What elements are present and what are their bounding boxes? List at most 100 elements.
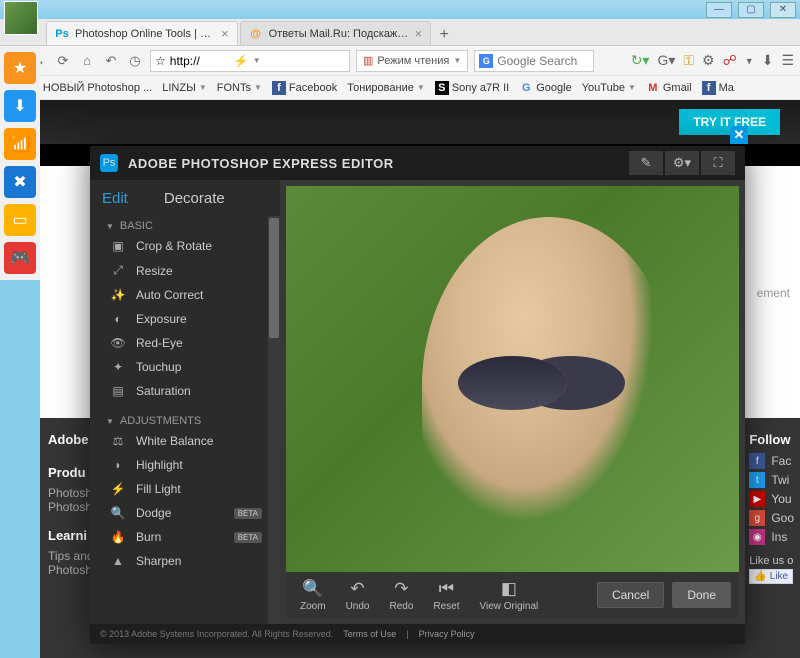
- launcher-downloads[interactable]: ⬇: [4, 90, 36, 122]
- tool-exposure[interactable]: ◐Exposure: [90, 307, 280, 331]
- dropdown-icon: ▼: [628, 83, 636, 92]
- bookmark-toning[interactable]: Тонирование▼: [347, 82, 425, 94]
- url-input[interactable]: [170, 54, 230, 68]
- tool-resize[interactable]: ⤢Resize: [90, 258, 280, 283]
- tool-auto-correct[interactable]: ✨Auto Correct: [90, 283, 280, 307]
- url-box[interactable]: ☆ ⚡ ▼: [150, 50, 350, 72]
- sync-icon[interactable]: ↻▾: [631, 52, 650, 69]
- window-maximize-button[interactable]: ▢: [738, 2, 764, 18]
- cancel-button[interactable]: Cancel: [597, 582, 664, 608]
- tab-decorate[interactable]: Decorate: [164, 190, 225, 207]
- bookmark-label: Gmail: [663, 82, 692, 94]
- dropdown-icon: ▼: [199, 83, 207, 92]
- window-minimize-button[interactable]: —: [706, 2, 732, 18]
- tool-touchup[interactable]: ✦Touchup: [90, 355, 280, 379]
- window-close-button[interactable]: ✕: [770, 2, 796, 18]
- home-button[interactable]: ⌂: [78, 52, 96, 70]
- tool-white-balance[interactable]: ⚖White Balance: [90, 429, 280, 453]
- google-menu-icon[interactable]: G▾: [657, 52, 675, 69]
- undo-tool[interactable]: ↶Undo: [340, 579, 376, 612]
- sidebar-scrollbar[interactable]: [268, 216, 280, 624]
- zoom-tool[interactable]: 🔍Zoom: [294, 579, 332, 612]
- tool-sharpen[interactable]: ▲Sharpen: [90, 549, 280, 573]
- footer-link[interactable]: Photosh: [48, 486, 94, 500]
- editor-close-button[interactable]: ✕: [730, 126, 748, 144]
- social-google[interactable]: gGoo: [749, 510, 794, 526]
- tab-edit[interactable]: Edit: [102, 190, 128, 207]
- bookmark-label: LINZЫ: [162, 82, 196, 94]
- dropdown-icon[interactable]: ▼: [253, 56, 261, 65]
- tool-crop-rotate[interactable]: ▣Crop & Rotate: [90, 234, 280, 258]
- redo-tool[interactable]: ↷Redo: [383, 579, 419, 612]
- dropdown-icon[interactable]: ▼: [453, 56, 461, 65]
- social-instagram[interactable]: ◉Ins: [749, 529, 794, 545]
- dropdown-icon[interactable]: ▼: [745, 56, 754, 66]
- footer-link[interactable]: Photosh: [48, 563, 94, 577]
- bookmark-facebook[interactable]: fFacebook: [272, 81, 337, 95]
- robot-icon[interactable]: ☍: [723, 52, 737, 69]
- new-tab-button[interactable]: +: [433, 25, 455, 45]
- download-icon[interactable]: ⬇: [762, 52, 774, 69]
- tool-highlight[interactable]: ◗Highlight: [90, 453, 280, 477]
- bug-icon[interactable]: ⚙: [702, 52, 715, 69]
- browser-tabs: Ps Photoshop Online Tools | Phot... × @ …: [0, 19, 800, 46]
- social-youtube[interactable]: ▶You: [749, 491, 794, 507]
- tool-label: Redo: [389, 601, 413, 612]
- undo-nav-button[interactable]: ↶: [102, 52, 120, 70]
- bookmark-youtube[interactable]: YouTube▼: [582, 82, 636, 94]
- tab-mailru[interactable]: @ Ответы Mail.Ru: Подскажите он... ×: [240, 21, 432, 45]
- reader-mode-button[interactable]: ▥ Режим чтения ▼: [356, 50, 468, 72]
- footer-link[interactable]: Photosh: [48, 500, 94, 514]
- tool-saturation[interactable]: ▤Saturation: [90, 379, 280, 403]
- photo-canvas[interactable]: [286, 186, 739, 572]
- social-twitter[interactable]: tTwi: [749, 472, 794, 488]
- tab-photoshop[interactable]: Ps Photoshop Online Tools | Phot... ×: [46, 21, 238, 45]
- launcher-favorites[interactable]: ★: [4, 52, 36, 84]
- launcher-tools[interactable]: ✖: [4, 166, 36, 198]
- sharpen-icon: ▲: [110, 554, 126, 568]
- tab-close-icon[interactable]: ×: [221, 26, 229, 41]
- social-facebook[interactable]: fFac: [749, 453, 794, 469]
- bookmark-sony[interactable]: SSony a7R II: [435, 81, 509, 95]
- stop-button[interactable]: ◷: [126, 52, 144, 70]
- ps-logo-icon: Ps: [100, 154, 118, 172]
- fullscreen-icon[interactable]: ⛶: [701, 151, 735, 175]
- tab-close-icon[interactable]: ×: [415, 26, 423, 41]
- launcher-games[interactable]: 🎮: [4, 242, 36, 274]
- key-icon[interactable]: ⚿: [683, 52, 694, 69]
- tab-label: Photoshop Online Tools | Phot...: [75, 28, 215, 40]
- bookmark-gmail[interactable]: MGmail: [646, 81, 692, 95]
- section-adjustments[interactable]: ▼ADJUSTMENTS: [90, 411, 280, 429]
- bookmark-ma[interactable]: fMa: [702, 81, 734, 95]
- done-button[interactable]: Done: [672, 582, 731, 608]
- sidebar-scroll[interactable]: ▼BASIC ▣Crop & Rotate ⤢Resize ✨Auto Corr…: [90, 216, 280, 624]
- terms-link[interactable]: Terms of Use: [343, 629, 396, 639]
- eye-icon: 👁: [110, 336, 126, 350]
- star-icon[interactable]: ☆: [155, 54, 166, 68]
- bookmark-fonts[interactable]: FONTs▼: [217, 82, 262, 94]
- tool-burn[interactable]: 🔥BurnBETA: [90, 525, 280, 549]
- launcher-notes[interactable]: ▭: [4, 204, 36, 236]
- bookmark-new-photoshop[interactable]: PsНОВЫЙ Photoshop ...: [26, 81, 152, 95]
- reset-tool[interactable]: ⏮Reset: [427, 579, 465, 612]
- menu-icon[interactable]: ☰: [781, 52, 794, 69]
- search-box[interactable]: G: [474, 50, 594, 72]
- privacy-link[interactable]: Privacy Policy: [419, 629, 475, 639]
- launcher-rss[interactable]: 📶: [4, 128, 36, 160]
- settings-gear-icon[interactable]: ⚙▾: [665, 151, 699, 175]
- section-label: BASIC: [120, 220, 153, 232]
- footer-link[interactable]: Tips and: [48, 549, 94, 563]
- bookmark-linzy[interactable]: LINZЫ▼: [162, 82, 207, 94]
- tool-fill-light[interactable]: ⚡Fill Light: [90, 477, 280, 501]
- fb-like-button[interactable]: 👍Like: [749, 569, 793, 584]
- reload-button[interactable]: ⟳: [54, 52, 72, 70]
- brush-tool-icon[interactable]: ✎: [629, 151, 663, 175]
- section-basic[interactable]: ▼BASIC: [90, 216, 280, 234]
- search-input[interactable]: [497, 54, 577, 68]
- tool-red-eye[interactable]: 👁Red-Eye: [90, 331, 280, 355]
- profile-avatar[interactable]: [4, 1, 38, 35]
- tool-dodge[interactable]: 🔍DodgeBETA: [90, 501, 280, 525]
- view-original-tool[interactable]: ◧View Original: [474, 579, 545, 612]
- scrollbar-thumb[interactable]: [269, 218, 279, 338]
- bookmark-google[interactable]: GGoogle: [519, 81, 571, 95]
